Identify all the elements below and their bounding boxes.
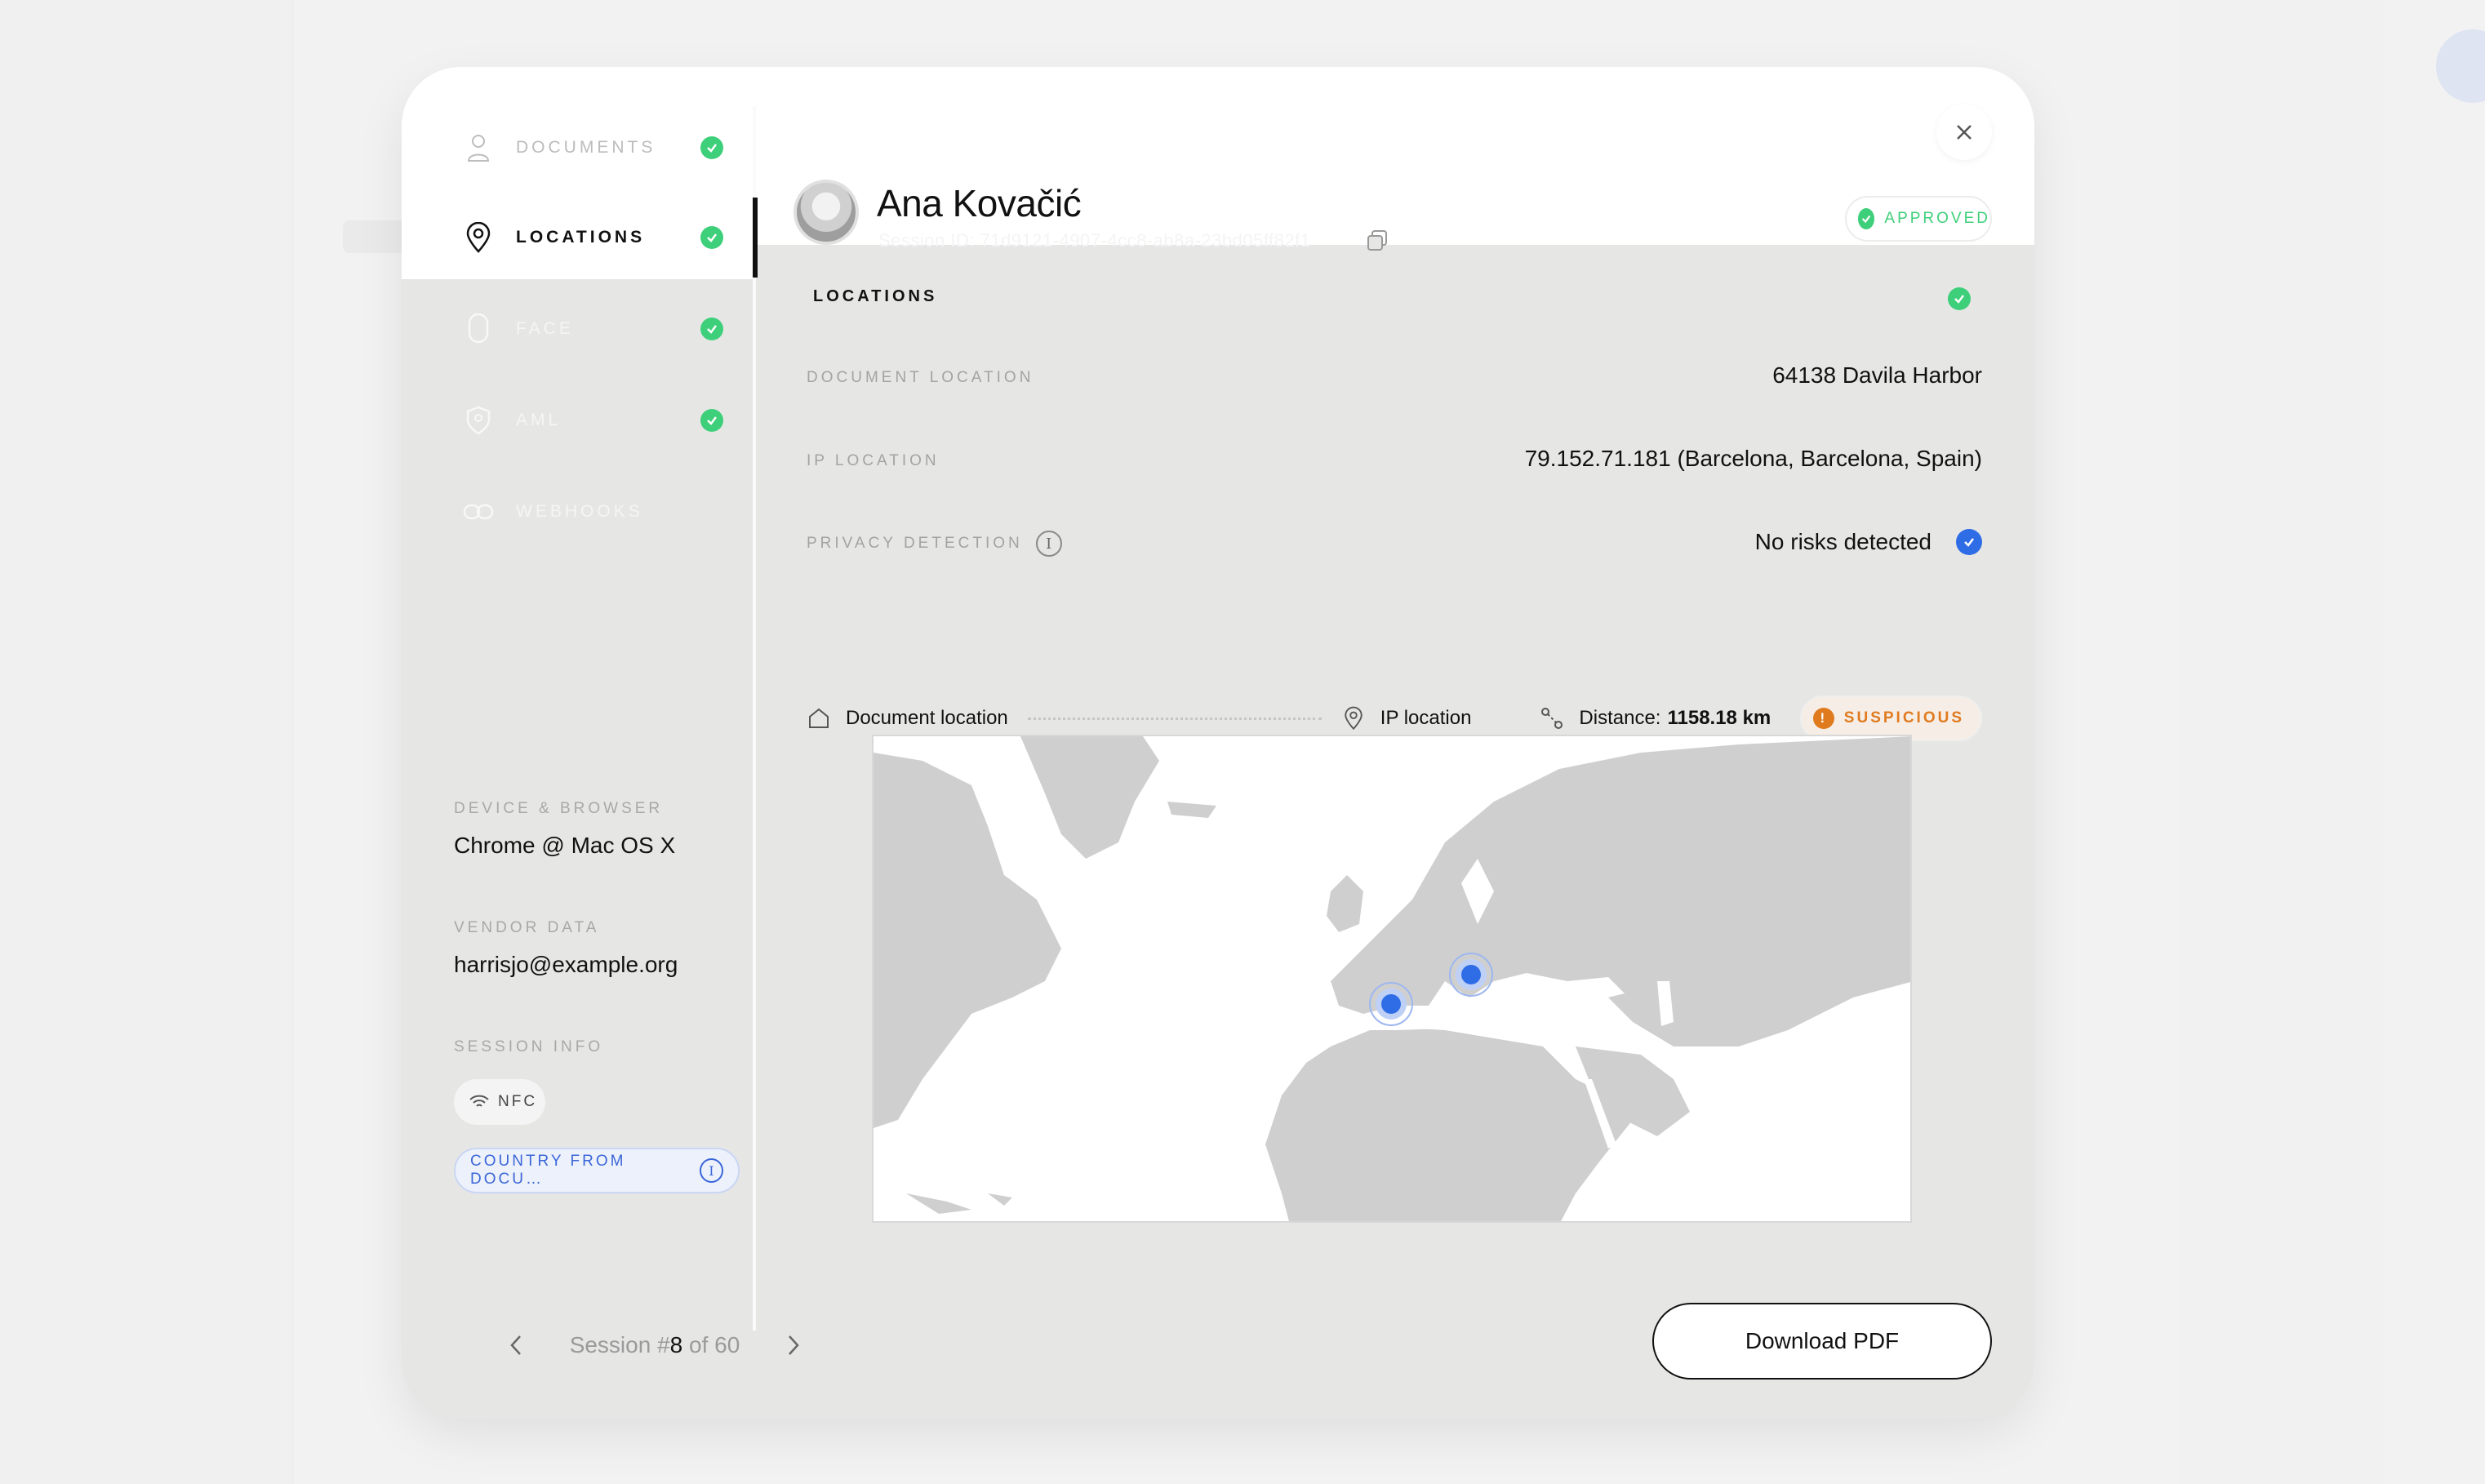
check-icon [700, 409, 723, 432]
session-detail-modal: Documents Locations Face AML Webhooks De… [402, 67, 2034, 1419]
check-icon [700, 318, 723, 340]
distance-value: 1158.18 km [1667, 707, 1772, 729]
nav-item-documents[interactable]: Documents [442, 108, 753, 188]
close-icon [1954, 122, 1974, 142]
panel-divider [753, 106, 756, 1331]
legend-dotted-line [1027, 717, 1322, 720]
distance-icon [1540, 706, 1564, 731]
nav-item-label: Documents [516, 138, 656, 157]
face-icon [462, 313, 495, 345]
nav-item-label: Webhooks [516, 502, 643, 521]
nav-item-label: AML [516, 411, 562, 429]
home-icon [807, 706, 831, 731]
wifi-icon [469, 1094, 490, 1110]
nfc-chip: NFC [454, 1079, 545, 1125]
privacy-detection-row-label: Privacy detection i [807, 531, 1062, 557]
map-marker-document[interactable] [1449, 953, 1493, 997]
session-pager: Session #8 of 60 [500, 1321, 810, 1370]
ip-location-value: 79.152.71.181 (Barcelona, Barcelona, Spa… [1524, 446, 1982, 471]
nav-item-aml[interactable]: AML [442, 380, 753, 460]
session-current: 8 [669, 1332, 683, 1357]
nav-item-webhooks[interactable]: Webhooks [442, 472, 753, 552]
map-marker-ip[interactable] [1369, 982, 1413, 1026]
vendor-data-value: harrisjo@example.org [454, 952, 678, 977]
vendor-data-label: Vendor Data [454, 919, 600, 936]
avatar [794, 180, 859, 245]
country-chip-label: Country from docu… [470, 1153, 626, 1188]
download-pdf-button[interactable]: Download PDF [1652, 1303, 1992, 1380]
user-icon [462, 131, 495, 164]
privacy-detection-row-value: No risks detected [1755, 529, 1982, 555]
location-pin-icon [1341, 706, 1366, 731]
check-icon [700, 226, 723, 249]
session-info-label: Session Info [454, 1038, 604, 1055]
nav-item-face[interactable]: Face [442, 289, 753, 369]
nfc-chip-label: NFC [498, 1093, 538, 1110]
next-session-button[interactable] [777, 1329, 810, 1362]
nav-item-label: Locations [516, 228, 646, 247]
document-location-label: Document location [807, 369, 1034, 386]
location-map[interactable] [872, 735, 1912, 1223]
suspicious-badge-label: Suspicious [1843, 709, 1964, 726]
device-browser-value: Chrome @ Mac OS X [454, 833, 676, 858]
session-counter-suffix: of 60 [682, 1332, 740, 1357]
status-badge: Approved [1845, 196, 1992, 242]
privacy-detection-value: No risks detected [1754, 529, 1932, 554]
link-icon [462, 495, 495, 528]
copy-icon[interactable] [1365, 229, 1389, 253]
check-icon [1858, 208, 1875, 229]
info-icon[interactable]: i [1035, 531, 1062, 557]
nav-item-locations[interactable]: Locations [442, 198, 758, 278]
check-icon [1948, 287, 1971, 310]
session-counter-prefix: Session # [569, 1332, 670, 1357]
info-icon[interactable]: i [699, 1158, 723, 1183]
session-id: Session ID: 71d9121-4907-4cc8-ab8a-23bd0… [878, 230, 1311, 251]
document-location-legend: Document location [846, 707, 1008, 729]
check-icon [1956, 529, 1982, 555]
document-location-value: 64138 Davila Harbor [1772, 362, 1982, 388]
privacy-detection-label: Privacy detection [807, 535, 1023, 552]
country-from-document-chip[interactable]: Country from docu… i [454, 1148, 740, 1193]
device-browser-label: Device & Browser [454, 800, 664, 817]
location-pin-icon [462, 221, 495, 254]
distance-label: Distance: [1579, 707, 1661, 729]
status-badge-label: Approved [1884, 210, 1990, 227]
section-title: Locations [813, 287, 938, 305]
check-icon [700, 136, 723, 159]
shield-user-icon [462, 404, 495, 437]
ip-location-label: IP location [807, 452, 940, 469]
warning-icon: ! [1812, 708, 1834, 729]
session-counter: Session #8 of 60 [570, 1332, 740, 1358]
close-button[interactable] [1936, 104, 1992, 160]
previous-session-button[interactable] [500, 1329, 532, 1362]
nav-item-label: Face [516, 319, 574, 338]
ip-location-legend: IP location [1380, 707, 1472, 729]
user-name: Ana Kovačić [877, 182, 1082, 224]
